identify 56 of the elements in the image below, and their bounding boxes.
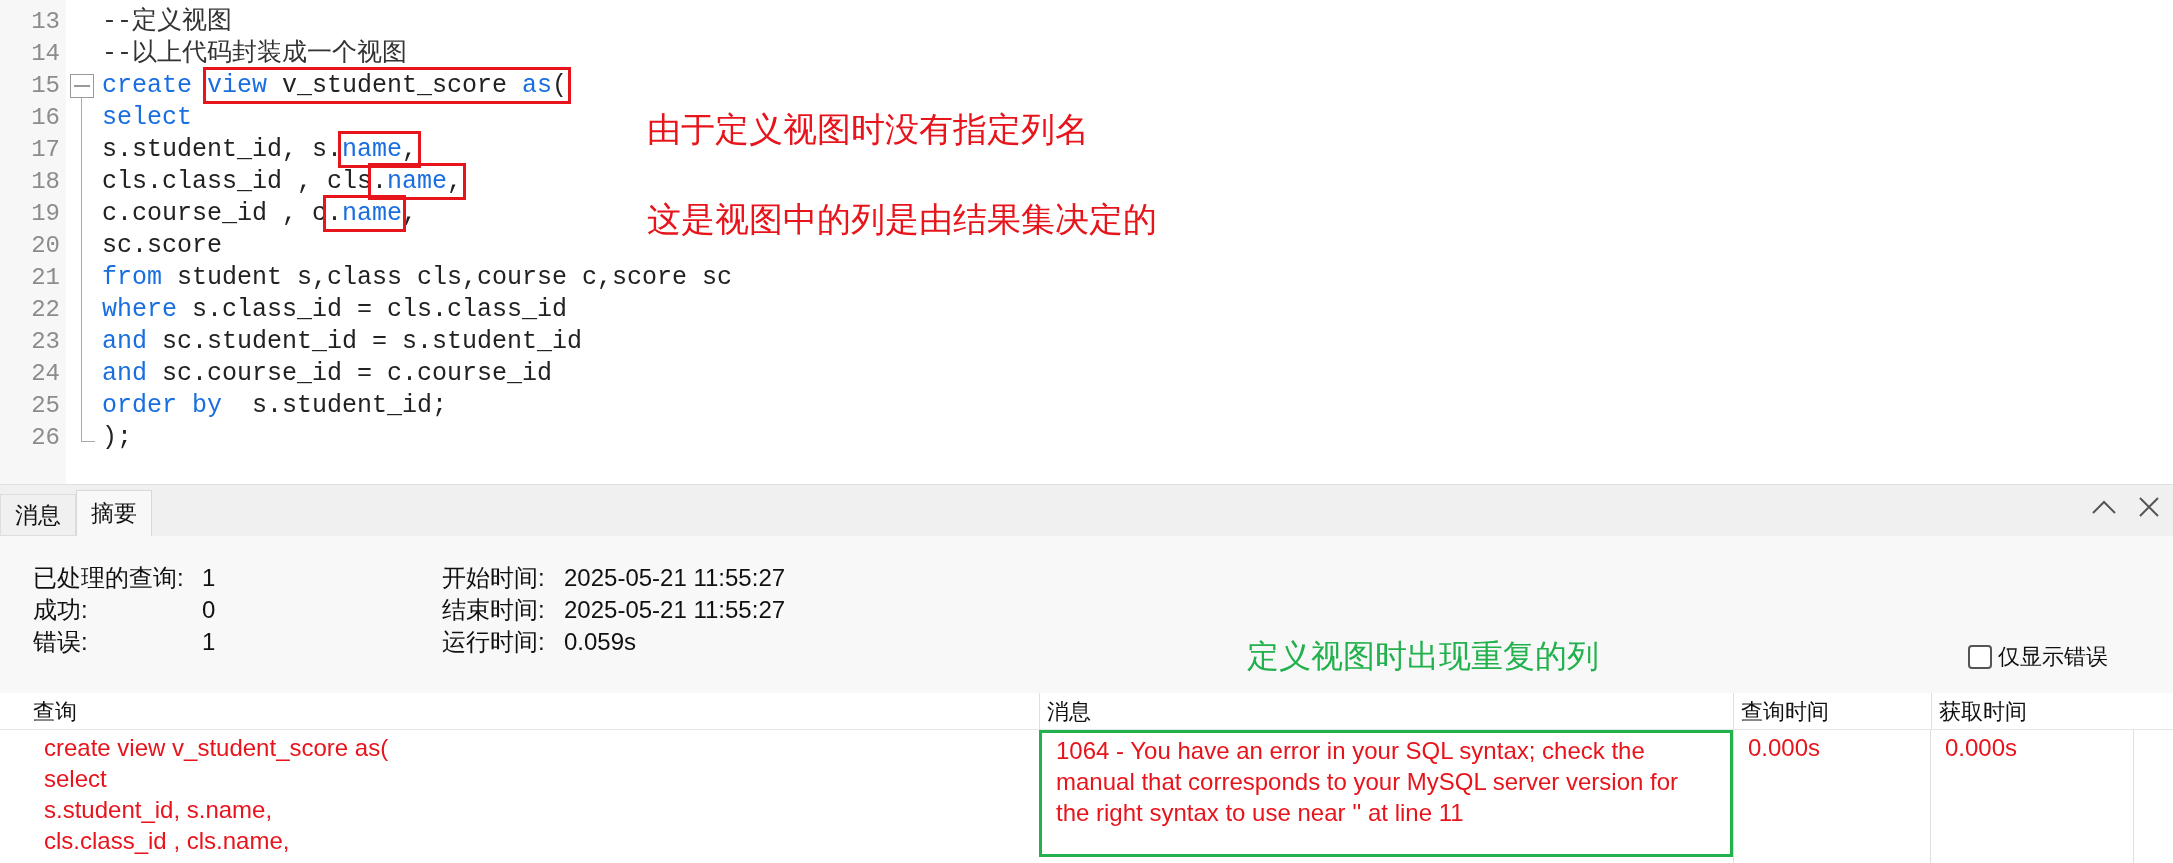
- code-line: );: [102, 422, 132, 454]
- line-number: 23: [30, 327, 61, 357]
- annotation-text: 这是视图中的列是由结果集决定的: [647, 199, 1157, 240]
- code-line: where s.class_id = cls.class_id: [102, 294, 568, 326]
- query-text: select: [44, 764, 108, 794]
- line-number: 26: [30, 423, 61, 453]
- line-number: 20: [30, 231, 61, 261]
- code-line: sc.score: [102, 230, 223, 262]
- table-cell: 0.000s: [1931, 730, 2134, 863]
- query-text: cls.class_id , cls.name,: [44, 826, 291, 856]
- line-number: 15: [30, 71, 61, 101]
- code-line: select: [102, 102, 192, 134]
- line-number: 22: [30, 295, 61, 325]
- summary-label: 成功:: [33, 595, 89, 625]
- summary-label: 运行时间:: [442, 627, 546, 657]
- code-line: s.student_id, s.name,: [102, 134, 418, 166]
- annotation-text: 由于定义视图时没有指定列名: [647, 109, 1090, 150]
- query-text: s.student_id, s.name,: [44, 795, 274, 825]
- code-line: create view v_student_score as(: [102, 70, 568, 102]
- summary-label: 错误:: [33, 627, 89, 657]
- summary-value: 0.059s: [564, 627, 638, 657]
- table-cell: 0.000s: [1733, 730, 1931, 863]
- fold-end-line: [81, 422, 95, 442]
- tab[interactable]: 摘要: [76, 490, 152, 536]
- summary-label: 已处理的查询:: [33, 563, 185, 593]
- line-number: 13: [30, 7, 61, 37]
- column-header: 查询: [32, 698, 78, 726]
- tab[interactable]: 消息: [0, 494, 76, 536]
- code-line: --定义视图: [102, 6, 232, 38]
- line-number: 14: [30, 39, 61, 69]
- line-number: 24: [30, 359, 61, 389]
- summary-label: 开始时间:: [442, 563, 546, 593]
- annotation-text: 定义视图时出现重复的列: [1247, 637, 1599, 676]
- code-line: --以上代码封装成一个视图: [102, 38, 407, 70]
- summary-value: 1: [202, 627, 217, 657]
- code-line: and sc.student_id = s.student_id: [102, 326, 583, 358]
- line-number: 17: [30, 135, 61, 165]
- close-icon[interactable]: [2137, 495, 2161, 519]
- line-number: 18: [30, 167, 61, 197]
- column-header: 消息: [1039, 693, 1733, 730]
- errors-only-checkbox[interactable]: 仅显示错误: [1968, 640, 2108, 673]
- summary-value: 2025-05-21 11:55:27: [564, 563, 786, 593]
- line-number: 19: [30, 199, 61, 229]
- line-number: 16: [30, 103, 61, 133]
- fold-toggle-icon[interactable]: [70, 74, 94, 98]
- summary-value: 2025-05-21 11:55:27: [564, 595, 786, 625]
- code-line: from student s,class cls,course c,score sc: [102, 262, 733, 294]
- summary-value: 0: [202, 595, 217, 625]
- summary-value: 1: [202, 563, 217, 593]
- code-line: order by s.student_id;: [102, 390, 448, 422]
- code-line: and sc.course_id = c.course_id: [102, 358, 553, 390]
- line-number: 25: [30, 391, 61, 421]
- summary-label: 结束时间:: [442, 595, 546, 625]
- line-number: 21: [30, 263, 61, 293]
- query-text: create view v_student_score as(: [44, 733, 390, 763]
- message-cell: 1064 - You have an error in your SQL syntax; check the manual that corresponds to your MySQL server version for the right syntax to use near '' at line 11: [1039, 730, 1733, 857]
